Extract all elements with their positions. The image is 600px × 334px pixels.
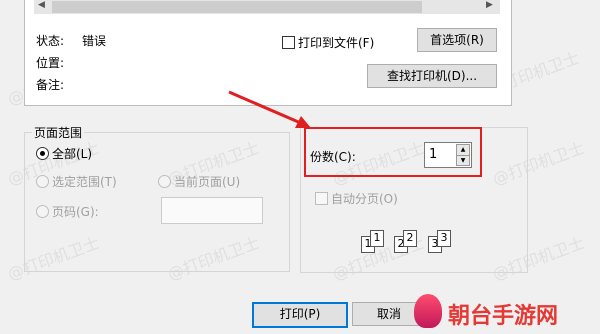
page-range-legend: 页面范围 <box>32 124 85 141</box>
horizontal-scrollbar[interactable] <box>34 0 500 14</box>
brand-logo: 朝台手游网 <box>412 292 598 332</box>
page-numbers-input[interactable] <box>161 197 263 224</box>
print-to-file-checkbox[interactable] <box>282 36 295 49</box>
scroll-left-icon[interactable]: ◀ <box>38 0 45 10</box>
copies-label: 份数(C): <box>310 150 356 164</box>
collate-page: 3 <box>437 230 451 247</box>
print-to-file-label[interactable]: 打印到文件(F) <box>298 34 374 51</box>
copies-input[interactable]: 1 ▲ ▼ <box>424 142 472 168</box>
copies-down-icon[interactable]: ▼ <box>456 155 470 166</box>
page-range-current-label[interactable]: 当前页面(U) <box>174 173 240 190</box>
brand-name: 朝台手游网 <box>448 304 559 329</box>
page-range-pages-label[interactable]: 页码(G): <box>52 203 99 220</box>
print-button[interactable]: 打印(P) <box>252 302 348 328</box>
preferences-button[interactable]: 首选项(R) <box>417 28 497 52</box>
page-range-current-radio[interactable] <box>158 175 171 188</box>
find-printer-button[interactable]: 查找打印机(D)... <box>367 64 497 88</box>
status-label: 状态: <box>36 34 65 48</box>
brand-flame-icon <box>414 294 442 328</box>
scrollbar-thumb[interactable] <box>52 1 422 13</box>
collate-label[interactable]: 自动分页(O) <box>331 190 398 207</box>
location-label: 位置: <box>36 56 65 70</box>
page-range-pages-radio[interactable] <box>36 205 49 218</box>
collate-checkbox[interactable] <box>315 192 328 205</box>
annotation-arrow-icon <box>228 90 311 128</box>
collate-page: 2 <box>403 230 417 247</box>
page-range-all-radio[interactable] <box>36 147 49 160</box>
page-range-selection-label[interactable]: 选定范围(T) <box>52 173 117 190</box>
scroll-right-icon[interactable]: ▶ <box>486 0 493 10</box>
copies-value: 1 <box>429 147 438 162</box>
collate-page: 1 <box>370 230 384 247</box>
status-value: 错误 <box>82 34 107 48</box>
comment-label: 备注: <box>36 78 65 92</box>
page-range-all-label[interactable]: 全部(L) <box>52 145 92 162</box>
page-range-selection-radio[interactable] <box>36 175 49 188</box>
